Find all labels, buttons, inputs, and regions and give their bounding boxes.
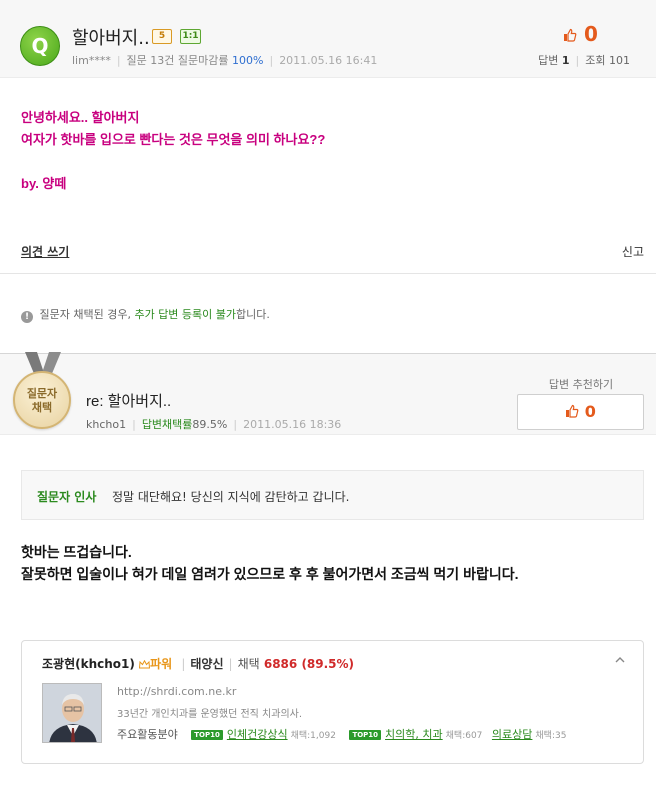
answer-author[interactable]: khcho1 bbox=[86, 418, 126, 431]
profile-url[interactable]: http://shrdi.com.ne.kr bbox=[117, 685, 236, 698]
portrait-image bbox=[43, 684, 101, 742]
question-line: 여자가 핫바를 입으로 빤다는 것은 무엇을 의미 하나요?? bbox=[21, 132, 326, 147]
medal-line: 채택 bbox=[31, 401, 53, 414]
power-badge: 파워 bbox=[139, 657, 176, 671]
answer-line: 핫바는 뜨겁습니다. bbox=[21, 544, 132, 560]
activity-fields: 주요활동분야 TOP10 인체건강상식 채택:1,092 TOP10 치의학, 치과 채… bbox=[117, 726, 566, 742]
chevron-up-icon[interactable] bbox=[615, 655, 625, 665]
adopt-count: 6886 bbox=[263, 657, 298, 671]
profile-level: 태양신 bbox=[190, 657, 224, 671]
notice: ! 질문자 채택된 경우, 추가 답변 등록이 불가합니다. bbox=[21, 306, 270, 323]
question-like-count: 0 bbox=[583, 22, 598, 46]
opinion-bar: 의견 쓰기 신고 bbox=[0, 240, 656, 274]
answerer-profile-card: 조광현(khcho1) 파워 | 태양신 | 채택 6886 (89.5%) http… bbox=[21, 640, 644, 764]
question-body: 안녕하세요.. 할아버지 여자가 핫바를 입으로 빤다는 것은 무엇을 의미 하… bbox=[21, 107, 325, 195]
answers-label: 답변 bbox=[538, 54, 559, 67]
question-line: by. 양떼 bbox=[21, 176, 67, 191]
answer-line: 잘못하면 입술이나 혀가 데일 염려가 있으므로 후 후 불어가면서 조금씩 먹… bbox=[21, 566, 519, 582]
adopt-rate-value: 89.5% bbox=[192, 418, 228, 431]
views-label: 조회 bbox=[585, 54, 606, 67]
field-link[interactable]: 의료상담 bbox=[492, 728, 532, 741]
close-rate-label: 질문마감률 bbox=[177, 54, 229, 67]
answer-date: 2011.05.16 18:36 bbox=[243, 418, 342, 431]
answer-meta: khcho1 | 답변채택률89.5% | 2011.05.16 18:36 bbox=[86, 418, 342, 431]
question-like[interactable]: 0 bbox=[563, 22, 598, 46]
answer-body: 핫바는 뜨겁습니다. 잘못하면 입술이나 혀가 데일 염려가 있으므로 후 후 … bbox=[21, 541, 518, 585]
recommend-label: 답변 추천하기 bbox=[548, 378, 614, 391]
report-link[interactable]: 신고 bbox=[622, 243, 644, 260]
adopt-label: 채택 bbox=[237, 657, 260, 671]
field-count: 채택:1,092 bbox=[290, 731, 336, 741]
views-count: 101 bbox=[609, 54, 630, 67]
greeting-text: 정말 대단해요! 당신의 지식에 감탄하고 갑니다. bbox=[112, 490, 350, 504]
field-count: 채택:35 bbox=[535, 731, 567, 741]
notice-text: 질문자 채택된 경우, bbox=[39, 308, 131, 321]
level-badge: 5 bbox=[152, 29, 172, 44]
question-date: 2011.05.16 16:41 bbox=[279, 54, 378, 67]
top10-badge: TOP10 bbox=[191, 730, 223, 740]
thumbs-up-icon bbox=[564, 28, 577, 42]
field-link[interactable]: 인체건강상식 bbox=[227, 728, 288, 741]
adopt-rate-label: 답변채택률 bbox=[141, 418, 193, 431]
fields-label: 주요활동분야 bbox=[117, 728, 178, 741]
notice-highlight: 추가 답변 등록이 불가 bbox=[134, 308, 237, 321]
question-badge: Q bbox=[20, 26, 60, 66]
question-line: 안녕하세요.. 할아버지 bbox=[21, 110, 140, 125]
crown-icon bbox=[139, 659, 151, 669]
question-author[interactable]: lim**** bbox=[72, 54, 111, 67]
question-count: 질문 13건 bbox=[126, 54, 175, 67]
question-header: Q 할아버지.. 5 1:1 lim**** | 질문 13건 질문마감률 100%… bbox=[0, 0, 656, 78]
info-icon: ! bbox=[21, 311, 33, 323]
one-to-one-badge: 1:1 bbox=[180, 29, 201, 44]
greeting-box: 질문자 인사 정말 대단해요! 당신의 지식에 감탄하고 갑니다. bbox=[21, 470, 644, 520]
question-meta: lim**** | 질문 13건 질문마감률 100% | 2011.05.16 16:… bbox=[72, 54, 378, 67]
profile-description: 33년간 개인치과를 운영했던 전직 치과의사. bbox=[117, 709, 303, 720]
recommend-count: 0 bbox=[584, 402, 596, 421]
answers-count: 1 bbox=[561, 54, 570, 67]
thumbs-up-icon bbox=[566, 404, 579, 418]
field-link[interactable]: 치의학, 치과 bbox=[385, 728, 443, 741]
notice-tail: 합니다. bbox=[236, 308, 270, 321]
question-stats: 답변 1 | 조회 101 bbox=[538, 54, 630, 67]
medal-line: 질문자 bbox=[26, 387, 58, 400]
top10-badge: TOP10 bbox=[349, 730, 382, 740]
recommend-button[interactable]: 0 bbox=[517, 394, 644, 430]
avatar bbox=[42, 683, 102, 743]
adopt-rate: (89.5%) bbox=[301, 657, 355, 671]
field-count: 채택:607 bbox=[445, 731, 483, 741]
profile-name[interactable]: 조광현(khcho1) bbox=[42, 657, 135, 671]
greeting-label: 질문자 인사 bbox=[37, 490, 97, 504]
close-rate-value: 100% bbox=[232, 54, 264, 67]
answer-title: re: 할아버지.. bbox=[86, 393, 172, 410]
answer-header: 질문자 채택 re: 할아버지.. khcho1 | 답변채택률89.5% | 2011… bbox=[0, 352, 656, 435]
selected-answer-medal: 질문자 채택 bbox=[13, 371, 71, 429]
profile-name-row: 조광현(khcho1) 파워 | 태양신 | 채택 6886 (89.5%) bbox=[42, 657, 355, 671]
question-title: 할아버지.. bbox=[72, 28, 150, 49]
write-opinion-link[interactable]: 의견 쓰기 bbox=[21, 243, 69, 260]
power-label: 파워 bbox=[150, 657, 173, 671]
